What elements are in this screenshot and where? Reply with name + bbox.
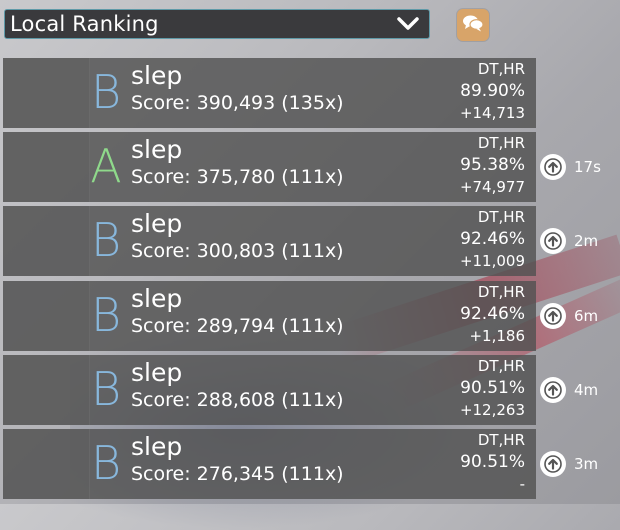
score-stats: DT,HR 89.90% +14,713 bbox=[405, 58, 525, 124]
score-stats: DT,HR 90.51% +12,263 bbox=[405, 355, 525, 421]
score-age-text: 4m bbox=[574, 380, 599, 399]
score-stats: DT,HR 92.46% +1,186 bbox=[405, 281, 525, 347]
score-diff-text: +1,186 bbox=[469, 326, 525, 345]
score-age-text: 17s bbox=[574, 158, 601, 177]
score-age: 3m bbox=[540, 451, 598, 477]
mods-text: DT,HR bbox=[477, 356, 525, 375]
player-name: slep bbox=[131, 357, 183, 387]
mods-text: DT,HR bbox=[477, 208, 525, 227]
grade-letter: B bbox=[90, 213, 122, 268]
score-text: Score: 289,794 (111x) bbox=[131, 314, 344, 337]
grade-letter: B bbox=[90, 287, 122, 342]
score-text: Score: 390,493 (135x) bbox=[131, 92, 344, 114]
mods-text: DT,HR bbox=[477, 282, 525, 301]
score-row[interactable]: B slep Score: 390,493 (135x) DT,HR 89.90… bbox=[3, 58, 536, 128]
grade-letter: B bbox=[90, 436, 122, 490]
player-name: slep bbox=[131, 432, 183, 461]
score-age: 2m bbox=[540, 228, 599, 255]
score-row[interactable]: A slep Score: 375,780 (111x) DT,HR 95.38… bbox=[3, 132, 536, 203]
accuracy-text: 89.90% bbox=[460, 81, 525, 101]
ranking-type-dropdown[interactable]: Local Ranking bbox=[4, 9, 430, 39]
mods-text: DT,HR bbox=[477, 60, 525, 78]
score-age-text: 3m bbox=[574, 455, 599, 473]
score-age-text: 2m bbox=[574, 232, 599, 251]
score-text: Score: 288,608 (111x) bbox=[131, 388, 344, 411]
arrow-up-circle-icon bbox=[540, 376, 566, 403]
score-stats: DT,HR 95.38% +74,977 bbox=[405, 132, 525, 198]
arrow-up-circle-icon bbox=[540, 451, 566, 477]
player-name: slep bbox=[131, 283, 183, 313]
score-row[interactable]: B slep Score: 288,608 (111x) DT,HR 90.51… bbox=[3, 354, 536, 425]
accuracy-text: 92.46% bbox=[460, 229, 525, 250]
avatar bbox=[3, 280, 90, 351]
score-diff-text: +74,977 bbox=[459, 178, 525, 197]
avatar bbox=[3, 132, 90, 203]
score-diff-text: - bbox=[519, 475, 525, 493]
arrow-up-circle-icon bbox=[540, 228, 566, 255]
player-name: slep bbox=[131, 135, 183, 165]
mods-text: DT,HR bbox=[477, 134, 525, 153]
score-text: Score: 300,803 (111x) bbox=[131, 240, 344, 263]
accuracy-text: 95.38% bbox=[460, 155, 525, 176]
avatar bbox=[3, 58, 90, 128]
chevron-down-icon bbox=[397, 13, 419, 35]
player-name: slep bbox=[131, 61, 183, 90]
avatar bbox=[3, 429, 90, 499]
score-age: 6m bbox=[540, 302, 599, 329]
accuracy-text: 92.46% bbox=[460, 303, 525, 324]
chat-button[interactable] bbox=[457, 9, 489, 41]
score-age: 17s bbox=[540, 154, 601, 181]
chat-bubbles-icon bbox=[462, 13, 484, 37]
score-diff-text: +14,713 bbox=[459, 104, 525, 122]
score-row[interactable]: B slep Score: 289,794 (111x) DT,HR 92.46… bbox=[3, 280, 536, 351]
accuracy-text: 90.51% bbox=[460, 377, 525, 398]
dropdown-label: Local Ranking bbox=[10, 12, 159, 36]
score-diff-text: +11,009 bbox=[459, 252, 525, 271]
avatar bbox=[3, 206, 90, 277]
arrow-up-circle-icon bbox=[540, 302, 566, 329]
player-name: slep bbox=[131, 209, 183, 239]
score-text: Score: 276,345 (111x) bbox=[131, 463, 344, 485]
grade-letter: B bbox=[90, 65, 122, 119]
score-stats: DT,HR 92.46% +11,009 bbox=[405, 206, 525, 272]
score-stats: DT,HR 90.51% - bbox=[405, 429, 525, 495]
grade-letter: A bbox=[90, 139, 122, 194]
score-age-text: 6m bbox=[574, 306, 599, 325]
score-diff-text: +12,263 bbox=[459, 400, 525, 419]
mods-text: DT,HR bbox=[477, 431, 525, 449]
score-age: 4m bbox=[540, 376, 599, 403]
accuracy-text: 90.51% bbox=[460, 452, 525, 472]
score-row[interactable]: B slep Score: 300,803 (111x) DT,HR 92.46… bbox=[3, 206, 536, 277]
grade-letter: B bbox=[90, 361, 122, 416]
avatar bbox=[3, 354, 90, 425]
arrow-up-circle-icon bbox=[540, 154, 566, 181]
score-row[interactable]: B slep Score: 276,345 (111x) DT,HR 90.51… bbox=[3, 429, 536, 499]
score-text: Score: 375,780 (111x) bbox=[131, 166, 344, 189]
